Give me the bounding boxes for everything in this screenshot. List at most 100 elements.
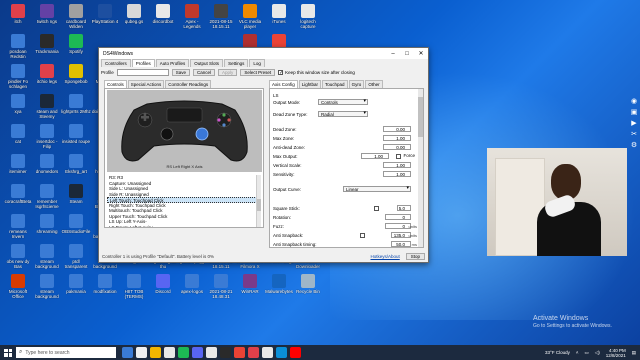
- taskbar-app-icon[interactable]: [234, 347, 245, 358]
- desktop-icon[interactable]: cardboard Wilden: [61, 4, 91, 34]
- cancel-button[interactable]: Cancel: [193, 69, 216, 76]
- taskbar-app-icon[interactable]: [122, 347, 133, 358]
- setting-value-input[interactable]: 0.00: [383, 144, 411, 150]
- tab-controllers[interactable]: Controllers: [101, 59, 131, 67]
- desktop-icon[interactable]: remember Isgrhtcieme: [32, 184, 62, 214]
- profile-name-input[interactable]: [116, 69, 169, 76]
- record-icon[interactable]: ▣: [630, 109, 638, 117]
- settings-scrollbar[interactable]: [418, 89, 423, 247]
- desktop-icon[interactable]: pindler Fo schlagen: [3, 64, 33, 94]
- tab-auto-profiles[interactable]: Auto Profiles: [155, 59, 190, 67]
- desktop-icon[interactable]: qubeg.gs: [119, 4, 149, 34]
- desktop-icon[interactable]: Spongebob: [61, 64, 91, 94]
- desktop-icon[interactable]: OBSstudioFile: [61, 214, 91, 244]
- setting-value-input[interactable]: 0.00: [383, 126, 411, 132]
- desktop-icon[interactable]: steam and Steemy: [32, 94, 62, 124]
- taskbar-app-icon[interactable]: [206, 347, 217, 358]
- taskbar-app-icon[interactable]: [276, 347, 287, 358]
- desktop-icon[interactable]: Apex - Legends: [177, 4, 207, 34]
- fuzz-input[interactable]: 0: [385, 223, 411, 229]
- tab-other[interactable]: Other: [365, 80, 383, 88]
- desktop-icon[interactable]: obs new dy Bas: [3, 244, 33, 274]
- setting-value-input[interactable]: 1.00: [361, 153, 389, 159]
- taskbar-search-box[interactable]: ⌕ Type here to search: [16, 347, 116, 358]
- desktop-icon[interactable]: pIdl transparent: [61, 244, 91, 274]
- tab-axis-config[interactable]: Axis Config: [269, 80, 298, 88]
- desktop-icon[interactable]: itemimer: [3, 154, 33, 184]
- tab-controller-readings[interactable]: Controller Readings: [165, 80, 212, 88]
- settings-gear-icon[interactable]: ⚙: [630, 142, 638, 150]
- desktop-icon[interactable]: logitech capture: [293, 4, 323, 34]
- desktop-icon[interactable]: Recycle Bin: [293, 274, 323, 304]
- close-button[interactable]: ✕: [414, 50, 428, 57]
- scrollbar-thumb[interactable]: [257, 199, 261, 211]
- desktop-icon[interactable]: Malwarebytes: [264, 274, 294, 304]
- taskbar-app-icon[interactable]: [290, 347, 301, 358]
- desktop-icon[interactable]: itch: [3, 4, 33, 34]
- clock[interactable]: 4:40 PM 12/8/2021: [606, 348, 626, 358]
- setting-value-input[interactable]: 1.00: [383, 135, 411, 141]
- taskbar-app-icon[interactable]: [220, 347, 231, 358]
- clip-icon[interactable]: ✂: [630, 131, 638, 139]
- tab-lightbar[interactable]: Lightbar: [298, 80, 322, 88]
- taskbar-app-icon[interactable]: [248, 347, 259, 358]
- apply-button[interactable]: Apply: [218, 69, 238, 76]
- minimize-button[interactable]: –: [386, 51, 400, 57]
- save-button[interactable]: Save: [171, 69, 191, 76]
- desktop-icon[interactable]: dnomedors: [32, 154, 62, 184]
- desktop-icon[interactable]: shreaming: [32, 214, 62, 244]
- tab-settings[interactable]: Settings: [224, 59, 249, 67]
- desktop-icon[interactable]: HIIT TOB (TERMS): [119, 274, 149, 304]
- settings-scrollbar-thumb[interactable]: [418, 97, 423, 137]
- desktop-icon[interactable]: Discord: [148, 274, 178, 304]
- controller-image[interactable]: RS Left Right X Axis: [107, 90, 262, 172]
- desktop-icon[interactable]: PlayStation 4: [90, 4, 120, 34]
- desktop-icon[interactable]: itchio legs: [32, 64, 62, 94]
- desktop-icon[interactable]: coracraftBeta: [3, 184, 33, 214]
- setting-value-input[interactable]: 1.00: [383, 171, 411, 177]
- tab-log[interactable]: Log: [249, 59, 265, 67]
- desktop-icon[interactable]: remeans Invern: [3, 214, 33, 244]
- desktop-icon[interactable]: twitch ngs: [32, 4, 62, 34]
- desktop-icon[interactable]: iTunes: [264, 4, 294, 34]
- video-icon[interactable]: ▶: [630, 120, 638, 128]
- desktop-icon[interactable]: cat: [3, 124, 33, 154]
- desktop-icon[interactable]: Ekshrg_art: [61, 154, 91, 184]
- output-mode-dropdown[interactable]: Controls: [318, 99, 368, 105]
- hotkeys-about-link[interactable]: Hotkeys/About: [370, 254, 399, 259]
- anti-snapback-timing-input[interactable]: 50.0: [391, 241, 411, 247]
- square-stick-input[interactable]: 5.0: [397, 205, 411, 211]
- network-icon[interactable]: ▭: [584, 350, 588, 356]
- anti-snapback-checkbox[interactable]: [360, 232, 365, 238]
- tab-touchpad[interactable]: Touchpad: [322, 80, 348, 88]
- stop-button[interactable]: Stop: [405, 252, 425, 260]
- tab-profiles[interactable]: Profiles: [131, 59, 155, 67]
- taskbar-app-icon[interactable]: [192, 347, 203, 358]
- taskbar-app-icon[interactable]: [136, 347, 147, 358]
- tab-special-actions[interactable]: Special Actions: [127, 80, 165, 88]
- notifications-icon[interactable]: ▤: [632, 350, 636, 356]
- taskbar-app-icon[interactable]: [262, 347, 273, 358]
- weather-widget[interactable]: 33°F Cloudy: [545, 350, 570, 355]
- setting-value-input[interactable]: 1.00: [383, 162, 411, 168]
- desktop-icon[interactable]: xya: [3, 94, 33, 124]
- start-button[interactable]: [0, 345, 16, 360]
- rotation-input[interactable]: 0: [385, 214, 411, 220]
- desktop-icon[interactable]: pakmania: [61, 274, 91, 304]
- desktop-icon[interactable]: apex-logos: [177, 274, 207, 304]
- tab-controls[interactable]: Controls: [104, 80, 127, 88]
- desktop-icon[interactable]: 2021-08-21 18.48.31: [206, 274, 236, 304]
- desktop-icon[interactable]: modfixation: [90, 274, 120, 304]
- desktop-icon[interactable]: 2021-08-15 18.15.11: [206, 4, 236, 34]
- dead-zone-type-dropdown[interactable]: Radial: [318, 111, 368, 117]
- volume-icon[interactable]: ◁): [595, 350, 600, 356]
- desktop-icon[interactable]: Microsoft Office: [3, 274, 33, 304]
- desktop-icon[interactable]: discordbot: [148, 4, 178, 34]
- tray-chevron-icon[interactable]: ˄: [576, 350, 579, 355]
- taskbar-app-icon[interactable]: [178, 347, 189, 358]
- binding-list-item[interactable]: LS Down: Left Y-Axis+: [107, 225, 257, 228]
- binding-list-scrollbar[interactable]: [256, 175, 261, 227]
- square-stick-checkbox[interactable]: [374, 205, 379, 211]
- desktop-icon[interactable]: Steam: [61, 184, 91, 214]
- desktop-icon[interactable]: insisted roupe: [61, 124, 91, 154]
